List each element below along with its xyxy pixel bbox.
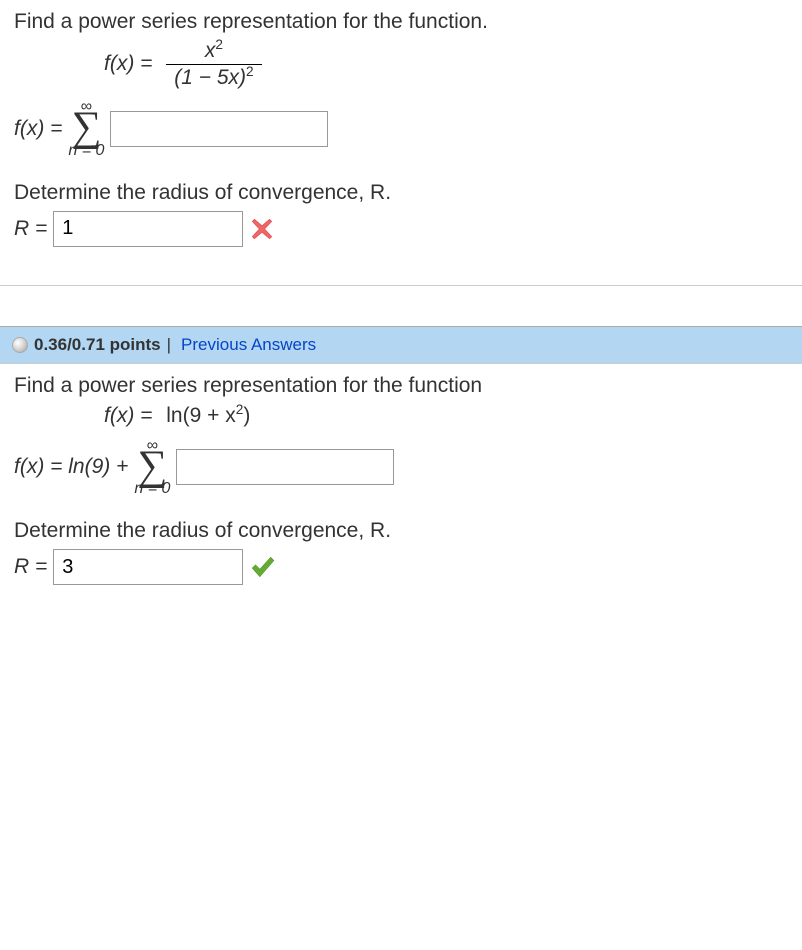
sigma-icon: ∑ [137, 450, 167, 484]
q1-fx-label: f(x) = [104, 52, 152, 75]
fraction: x2 (1 − 5x)2 [166, 40, 261, 89]
sigma-notation: ∞ ∑ n = 0 [134, 438, 170, 498]
q1-radius-label: R = [14, 217, 47, 241]
denominator-text: (1 − 5x) [174, 66, 246, 89]
sigma-icon: ∑ [71, 111, 101, 145]
q1-radius-input[interactable] [53, 211, 243, 247]
q1-sum-label: f(x) = [14, 117, 62, 141]
question-2: Find a power series representation for t… [0, 364, 802, 606]
previous-answers-link[interactable]: Previous Answers [181, 335, 316, 355]
q1-series-input-row: f(x) = ∞ ∑ n = 0 [14, 99, 788, 159]
q1-prompt: Find a power series representation for t… [14, 10, 788, 34]
sigma-notation: ∞ ∑ n = 0 [68, 99, 104, 159]
q1-radius-prompt: Determine the radius of convergence, R. [14, 181, 788, 205]
denominator-exp: 2 [246, 64, 254, 79]
q1-function-display: f(x) = x2 (1 − 5x)2 [104, 40, 788, 89]
q2-prompt: Find a power series representation for t… [14, 374, 788, 398]
divider [0, 285, 802, 286]
q2-series-input-row: f(x) = ln(9) + ∞ ∑ n = 0 [14, 438, 788, 498]
numerator-exp: 2 [215, 37, 223, 52]
q2-radius-label: R = [14, 555, 47, 579]
q2-radius-prompt: Determine the radius of convergence, R. [14, 519, 788, 543]
q1-series-input[interactable] [110, 111, 328, 147]
q2-sum-label: f(x) = ln(9) + [14, 455, 128, 479]
numerator-var: x [205, 39, 216, 62]
incorrect-icon [249, 216, 275, 242]
sigma-lower: n = 0 [68, 143, 104, 159]
question-1: Find a power series representation for t… [0, 0, 802, 267]
q2-radius-input[interactable] [53, 549, 243, 585]
status-dot-icon [12, 337, 28, 353]
q2-function-display: f(x) = ln(9 + x2) [104, 404, 788, 428]
q2-radius-row: R = [14, 549, 788, 585]
q1-radius-row: R = [14, 211, 788, 247]
q2-func-rhs: ln(9 + x2) [166, 404, 250, 427]
score-separator: | [167, 335, 171, 355]
correct-icon [249, 554, 275, 580]
sigma-lower: n = 0 [134, 481, 170, 497]
score-bar: 0.36/0.71 points | Previous Answers [0, 326, 802, 364]
q2-series-input[interactable] [176, 449, 394, 485]
q2-fx-label: f(x) = [104, 404, 152, 427]
score-points: 0.36/0.71 points [34, 335, 161, 355]
